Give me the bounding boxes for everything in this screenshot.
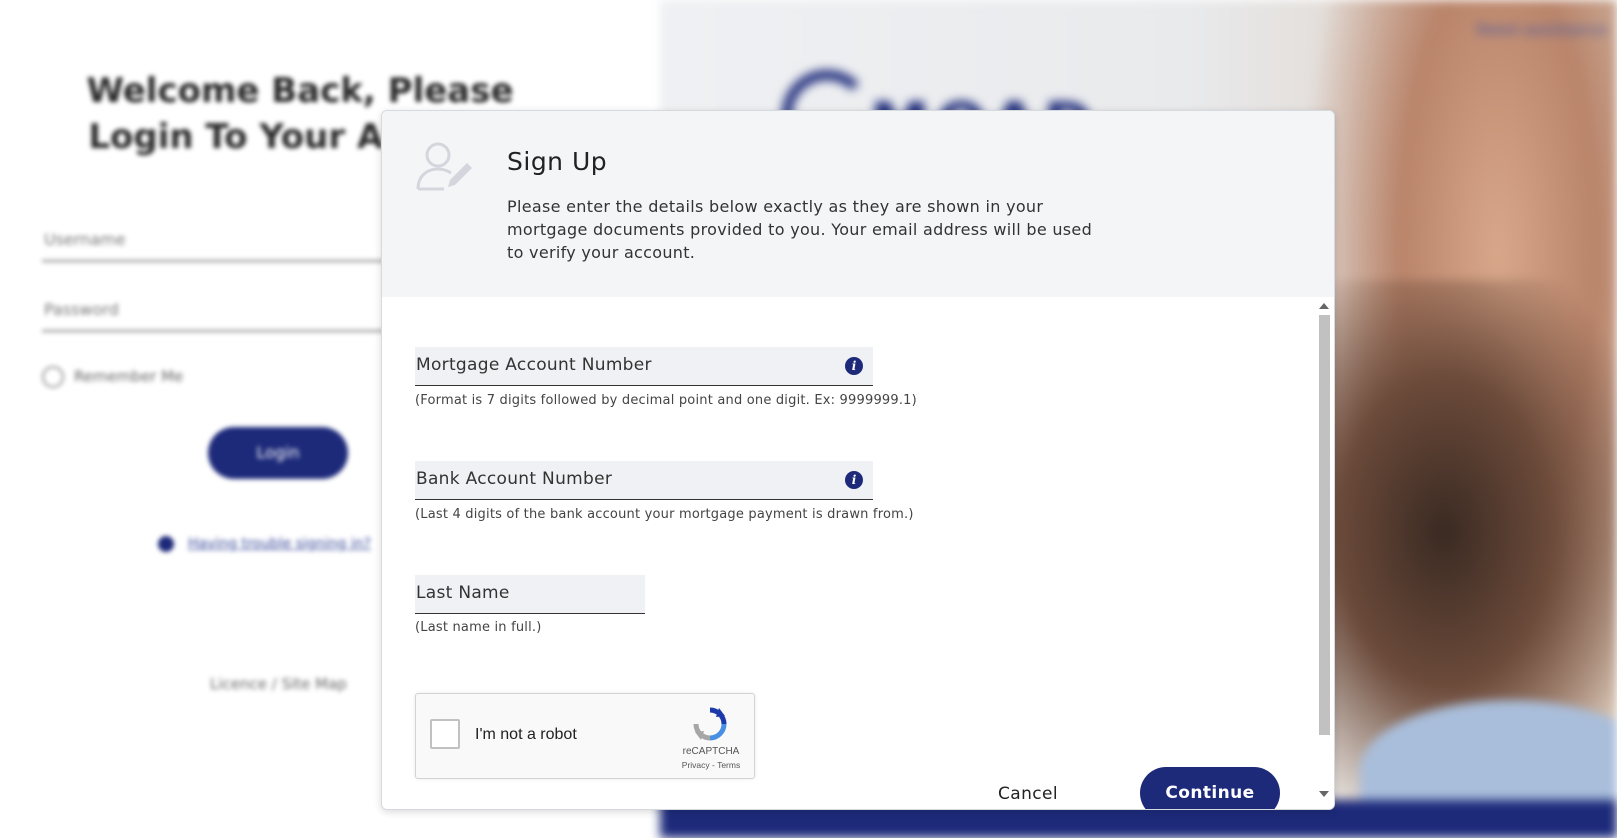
last-name-field[interactable]: Last Name [415, 575, 645, 614]
bank-account-label: Bank Account Number [416, 469, 613, 489]
radio-icon [42, 366, 64, 388]
mortgage-account-field[interactable]: Mortgage Account Number i [415, 347, 873, 386]
remember-me: Remember Me [42, 366, 183, 388]
info-icon[interactable]: i [845, 471, 863, 489]
login-button: Login [208, 427, 348, 479]
modal-header: Sign Up Please enter the details below e… [382, 111, 1334, 297]
mortgage-account-hint: (Format is 7 digits followed by decimal … [415, 393, 917, 408]
recaptcha-checkbox[interactable] [430, 719, 460, 749]
bank-account-hint: (Last 4 digits of the bank account your … [415, 507, 914, 522]
scrollbar-thumb[interactable] [1319, 315, 1330, 735]
modal-title: Sign Up [507, 147, 608, 176]
scroll-up-icon[interactable] [1319, 303, 1329, 309]
user-edit-icon [416, 142, 472, 191]
last-name-hint: (Last name in full.) [415, 620, 542, 635]
licence-link: Licence / Site Map [210, 675, 347, 693]
help-icon [158, 536, 174, 552]
help-link: Having trouble signing in? [158, 536, 371, 552]
bank-account-field[interactable]: Bank Account Number i [415, 461, 873, 500]
cancel-button[interactable]: Cancel [998, 784, 1058, 804]
continue-button[interactable]: Continue [1140, 767, 1280, 809]
signup-modal: Sign Up Please enter the details below e… [381, 110, 1335, 810]
info-icon[interactable]: i [845, 357, 863, 375]
recaptcha-label: I'm not a robot [475, 726, 577, 743]
recaptcha-logo-icon [693, 707, 727, 741]
assistance-link: Need assistance [1475, 20, 1607, 39]
recaptcha-brand: reCAPTCHA [682, 746, 740, 757]
last-name-label: Last Name [416, 583, 510, 603]
modal-description: Please enter the details below exactly a… [507, 197, 1093, 262]
recaptcha-terms-link[interactable]: Privacy - Terms [670, 760, 752, 770]
mortgage-account-label: Mortgage Account Number [416, 355, 652, 375]
modal-scrollbar[interactable] [1314, 297, 1334, 809]
modal-body: Mortgage Account Number i (Format is 7 d… [382, 297, 1314, 809]
recaptcha-widget: I'm not a robot reCAPTCHA Privacy - Term… [415, 693, 755, 779]
scroll-down-icon[interactable] [1319, 791, 1329, 797]
